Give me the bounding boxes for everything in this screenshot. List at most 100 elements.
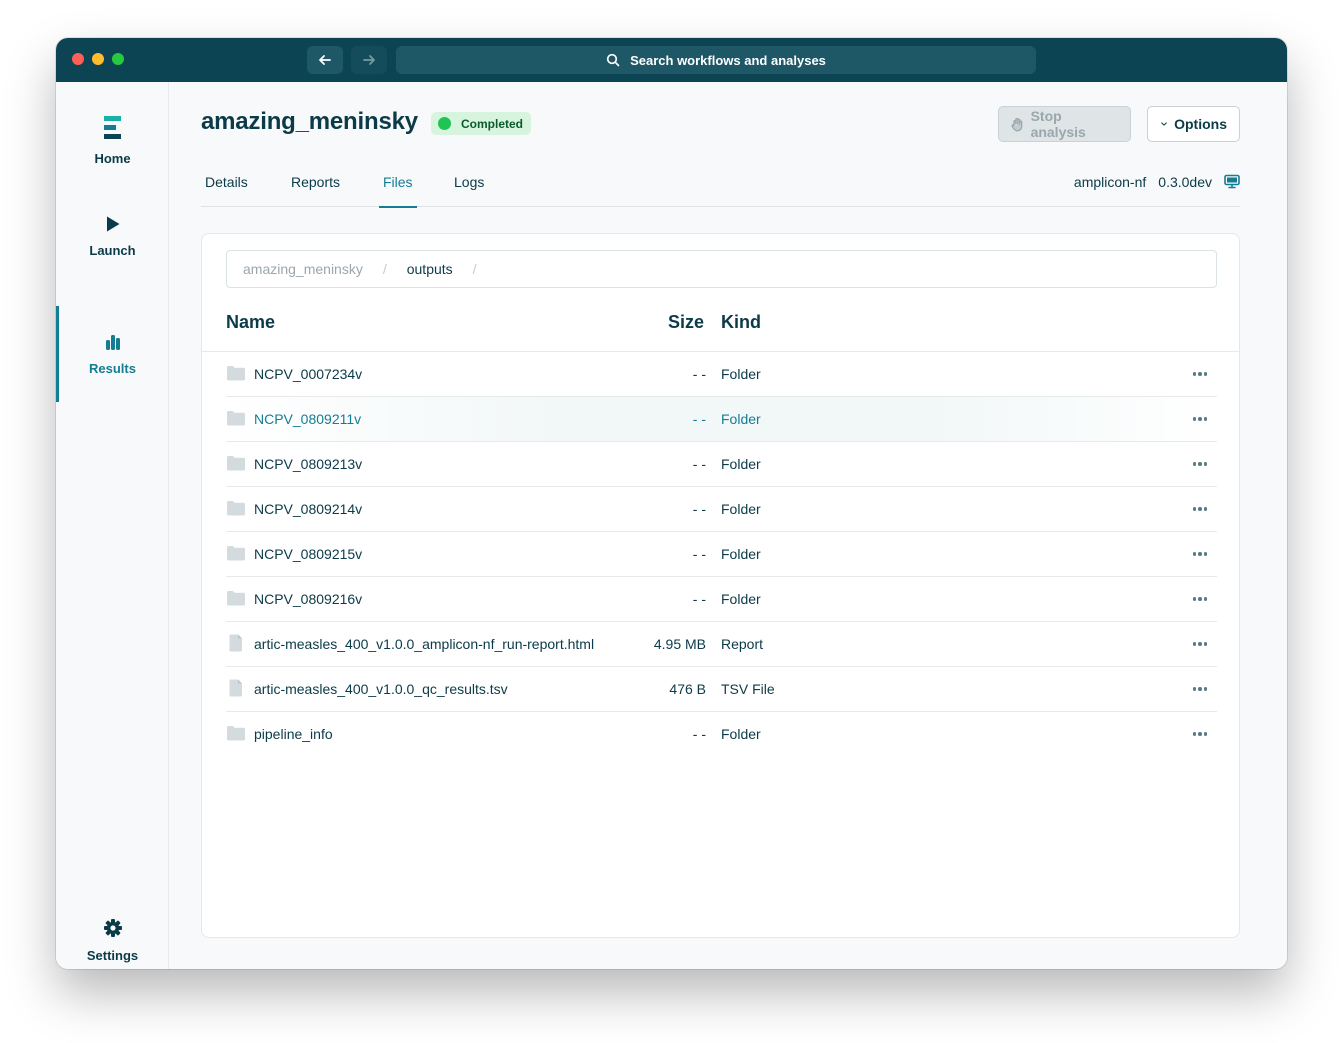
folder-icon — [226, 544, 246, 562]
file-size: - - — [692, 456, 706, 472]
file-kind: Folder — [721, 591, 761, 607]
table-row[interactable]: NCPV_0809214v - - Folder — [226, 487, 1217, 532]
sidebar-item-label: Settings — [86, 947, 139, 963]
status-label: Completed — [461, 116, 524, 131]
file-name[interactable]: NCPV_0007234v — [254, 366, 362, 382]
table-row[interactable]: NCPV_0809211v - - Folder — [226, 397, 1217, 442]
tab-logs[interactable]: Logs — [450, 156, 488, 207]
pipeline-meta: amplicon-nf 0.3.0dev — [1074, 156, 1240, 207]
breadcrumb: amazing_meninsky / outputs / — [226, 250, 1217, 288]
more-options-icon[interactable] — [1191, 499, 1209, 519]
chevron-down-icon — [1161, 122, 1167, 126]
column-header-name[interactable]: Name — [226, 312, 275, 333]
options-label: Options — [1174, 116, 1227, 132]
search-placeholder: Search workflows and analyses — [630, 52, 826, 68]
search-bar[interactable]: Search workflows and analyses — [396, 46, 1036, 74]
back-button[interactable] — [307, 46, 343, 74]
file-size: - - — [692, 366, 706, 382]
file-name[interactable]: artic-measles_400_v1.0.0_amplicon-nf_run… — [254, 636, 594, 652]
file-kind: Folder — [721, 456, 761, 472]
file-kind: Folder — [721, 501, 761, 517]
tab-reports[interactable]: Reports — [287, 156, 344, 207]
sidebar-item-home[interactable]: Home — [56, 92, 169, 188]
file-size: - - — [692, 501, 706, 517]
table-row[interactable]: artic-measles_400_v1.0.0_amplicon-nf_run… — [226, 622, 1217, 667]
play-icon — [106, 216, 119, 231]
bar-chart-icon — [105, 334, 120, 350]
table-row[interactable]: artic-measles_400_v1.0.0_qc_results.tsv 4… — [226, 667, 1217, 712]
sidebar: Home Launch Results Settings — [56, 82, 169, 969]
folder-icon — [226, 409, 246, 427]
file-kind: Folder — [721, 546, 761, 562]
app-window: Search workflows and analyses Home Launc… — [56, 38, 1287, 969]
stop-analysis-label: Stop analysis — [1030, 108, 1086, 140]
column-header-kind[interactable]: Kind — [721, 312, 761, 333]
column-header-size[interactable]: Size — [668, 312, 704, 333]
file-size: - - — [692, 591, 706, 607]
main-content: amazing_meninsky Completed Stop analysis… — [169, 82, 1287, 969]
file-name[interactable]: NCPV_0809211v — [254, 411, 361, 427]
folder-icon — [226, 589, 246, 607]
more-options-icon[interactable] — [1191, 409, 1209, 429]
folder-icon — [226, 499, 246, 517]
more-options-icon[interactable] — [1191, 454, 1209, 474]
sidebar-item-label: Launch — [89, 242, 136, 258]
tab-files[interactable]: Files — [379, 156, 417, 208]
options-button[interactable]: Options — [1147, 106, 1240, 142]
title-bar: Search workflows and analyses — [56, 38, 1287, 82]
sidebar-item-label: Home — [94, 150, 131, 166]
desktop-icon — [1224, 174, 1240, 189]
folder-icon — [226, 364, 246, 382]
pipeline-version: 0.3.0dev — [1158, 173, 1212, 190]
minimize-window-button[interactable] — [92, 53, 104, 65]
breadcrumb-root[interactable]: amazing_meninsky — [243, 261, 363, 277]
sidebar-item-launch[interactable]: Launch — [56, 188, 169, 284]
file-size: - - — [692, 411, 706, 427]
files-panel: amazing_meninsky / outputs / Name Size K… — [201, 233, 1240, 938]
file-icon — [226, 679, 246, 697]
breadcrumb-separator: / — [472, 261, 477, 277]
file-kind: Report — [721, 636, 764, 652]
table-row[interactable]: NCPV_0809213v - - Folder — [226, 442, 1217, 487]
more-options-icon[interactable] — [1191, 679, 1209, 699]
arrow-left-icon — [319, 55, 331, 65]
hand-stop-icon — [1011, 117, 1023, 131]
maximize-window-button[interactable] — [112, 53, 124, 65]
breadcrumb-separator: / — [382, 261, 387, 277]
table-row[interactable]: pipeline_info - - Folder — [226, 712, 1217, 757]
more-options-icon[interactable] — [1191, 724, 1209, 744]
more-options-icon[interactable] — [1191, 544, 1209, 564]
tab-details[interactable]: Details — [201, 156, 252, 207]
file-list: NCPV_0007234v - - Folder NCPV_0809211v - - F… — [226, 352, 1217, 757]
arrow-right-icon — [363, 55, 375, 65]
file-name[interactable]: NCPV_0809213v — [254, 456, 362, 472]
pipeline-name: amplicon-nf — [1073, 173, 1147, 190]
file-icon — [226, 634, 246, 652]
file-kind: Folder — [721, 411, 761, 427]
sidebar-item-results[interactable]: Results — [56, 306, 169, 402]
more-options-icon[interactable] — [1191, 589, 1209, 609]
more-options-icon[interactable] — [1191, 634, 1209, 654]
sidebar-item-label: Results — [89, 360, 136, 376]
file-name[interactable]: pipeline_info — [254, 726, 333, 742]
sidebar-item-settings[interactable]: Settings — [56, 892, 169, 969]
file-name[interactable]: NCPV_0809214v — [254, 501, 362, 517]
logo-icon — [103, 115, 121, 139]
page-title: amazing_meninsky — [201, 108, 418, 135]
table-row[interactable]: NCPV_0809215v - - Folder — [226, 532, 1217, 577]
breadcrumb-current[interactable]: outputs — [407, 261, 453, 277]
stop-analysis-button[interactable]: Stop analysis — [998, 106, 1131, 142]
file-kind: TSV File — [721, 681, 775, 697]
folder-icon — [226, 724, 246, 742]
more-options-icon[interactable] — [1191, 364, 1209, 384]
file-name[interactable]: NCPV_0809216v — [254, 591, 362, 607]
forward-button[interactable] — [351, 46, 387, 74]
file-name[interactable]: artic-measles_400_v1.0.0_qc_results.tsv — [254, 681, 508, 697]
file-size: - - — [692, 546, 706, 562]
file-size: - - — [692, 726, 706, 742]
file-name[interactable]: NCPV_0809215v — [254, 546, 362, 562]
close-window-button[interactable] — [72, 53, 84, 65]
table-row[interactable]: NCPV_0007234v - - Folder — [226, 352, 1217, 397]
table-row[interactable]: NCPV_0809216v - - Folder — [226, 577, 1217, 622]
folder-icon — [226, 454, 246, 472]
